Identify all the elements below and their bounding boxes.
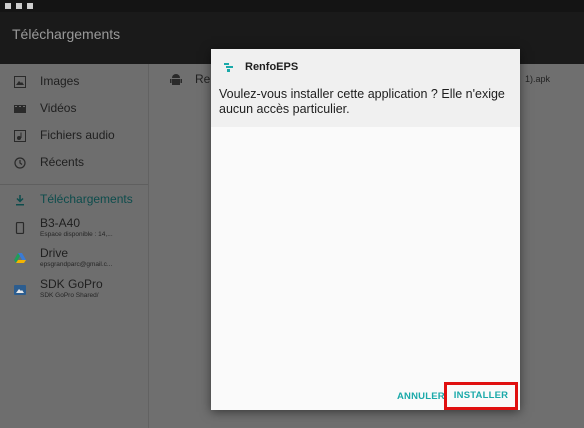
- nav-sub-storage: Espace disponible : 14,...: [40, 231, 113, 238]
- nav-label-recents: Récents: [40, 155, 85, 169]
- renfoeps-app-icon: [224, 63, 233, 72]
- drive-icon: [14, 253, 26, 263]
- dialog-message: Voulez-vous installer cette application …: [219, 87, 505, 116]
- nav-item-audio[interactable]: Fichiers audio: [0, 124, 148, 148]
- nav-label-videos: Vidéos: [40, 101, 77, 115]
- nav-item-downloads[interactable]: Téléchargements: [0, 188, 148, 212]
- nav-label-downloads: Téléchargements: [40, 192, 133, 206]
- nav-sub-drive: epsgrandparc@gmail.c...: [40, 261, 113, 268]
- nav-item-images[interactable]: Images: [0, 70, 148, 94]
- shield-icon: [27, 3, 33, 9]
- navigation-drawer: Images Vidéos Fichiers audio Récents Tél…: [0, 64, 148, 428]
- download-icon: [16, 195, 24, 206]
- nav-item-recents[interactable]: Récents: [0, 151, 148, 175]
- install-dialog: RenfoEPS Voulez-vous installer cette app…: [211, 49, 520, 410]
- nav-label-gopro: SDK GoPro: [40, 277, 103, 291]
- file-name: Re: [195, 72, 211, 86]
- nav-item-videos[interactable]: Vidéos: [0, 97, 148, 121]
- cancel-button[interactable]: ANNULER: [397, 391, 445, 402]
- video-icon: [14, 105, 26, 113]
- audio-icon: [14, 130, 26, 142]
- image-icon: [14, 76, 26, 88]
- nav-sub-gopro: SDK GoPro Shared/: [40, 292, 99, 299]
- gopro-icon: [14, 285, 26, 295]
- app-bar-title: Téléchargements: [12, 26, 121, 42]
- nav-label-drive: Drive: [40, 246, 69, 260]
- drawer-edge: [148, 64, 149, 428]
- dialog-header: RenfoEPS Voulez-vous installer cette app…: [211, 49, 520, 127]
- play-icon: [16, 3, 22, 9]
- file-name-extension: 1).apk: [525, 74, 551, 84]
- phone-icon: [15, 222, 25, 234]
- nav-label-audio: Fichiers audio: [40, 128, 115, 142]
- status-bar: [0, 0, 584, 12]
- nav-label-storage: B3-A40: [40, 216, 81, 230]
- dialog-app-name: RenfoEPS: [245, 61, 299, 73]
- notification-icon: [5, 3, 11, 9]
- drawer-divider: [0, 184, 148, 185]
- nav-label-images: Images: [40, 74, 80, 88]
- clock-icon: [14, 157, 26, 169]
- android-icon: [170, 74, 182, 85]
- install-button[interactable]: INSTALLER: [444, 382, 518, 410]
